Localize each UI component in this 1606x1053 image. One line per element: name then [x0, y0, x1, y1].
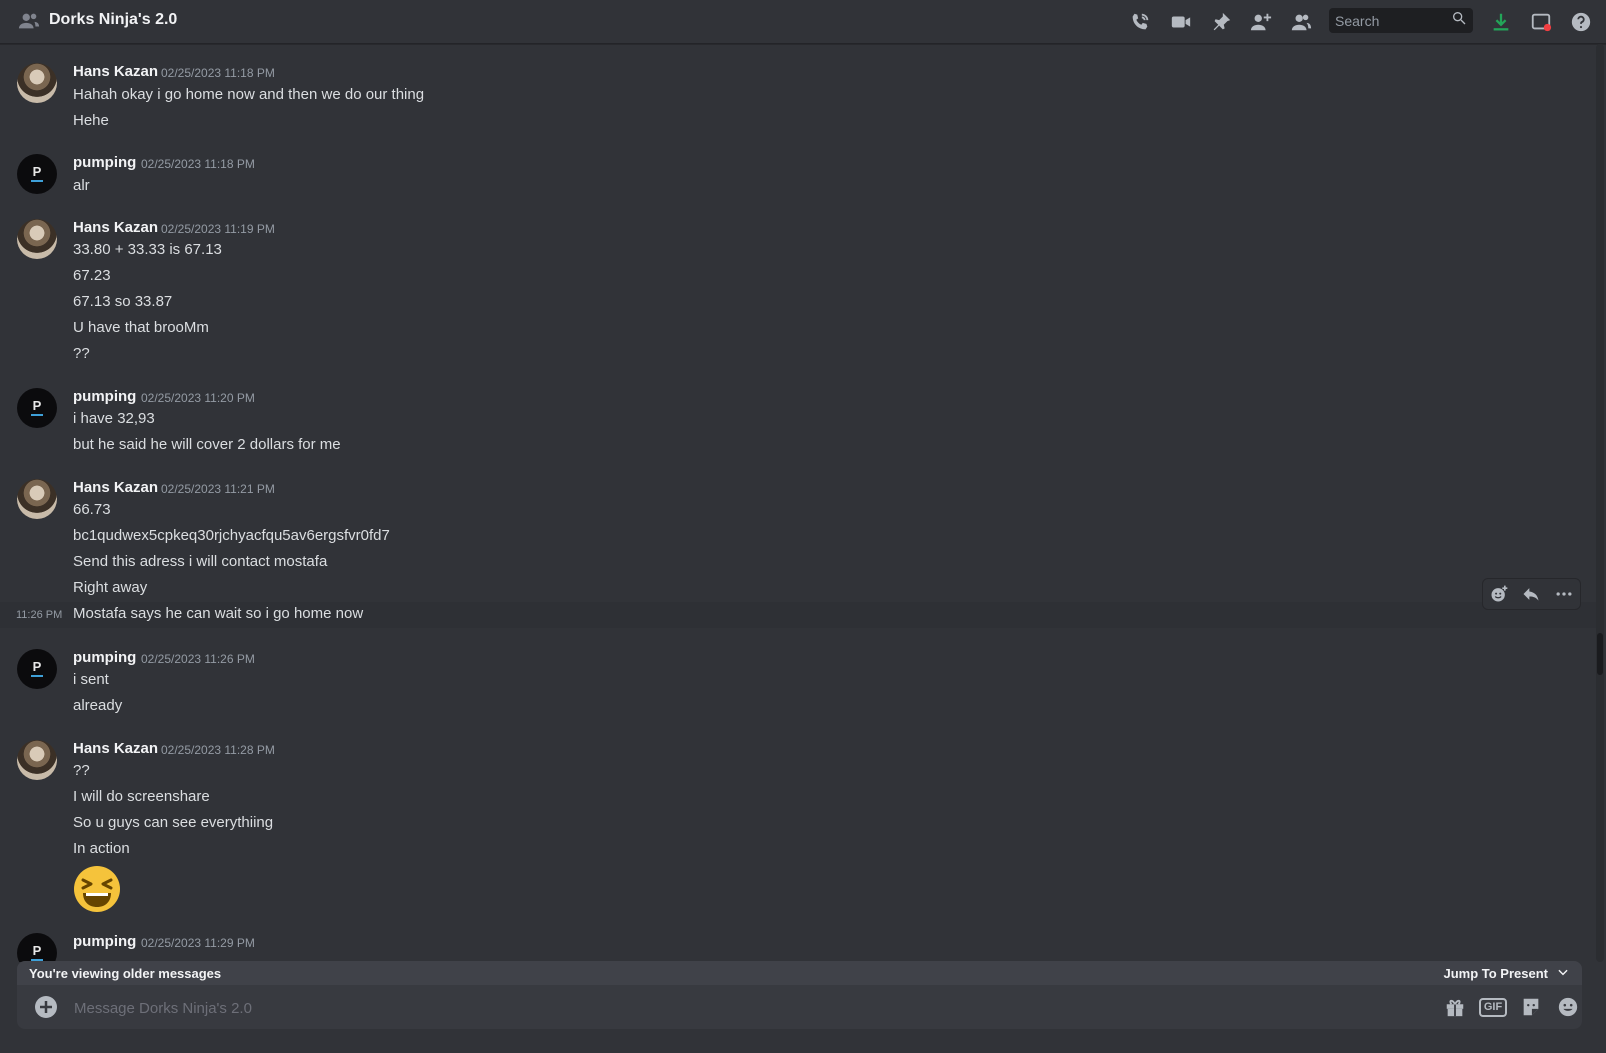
message-composer: GIF: [17, 985, 1582, 1029]
laughing-face-emoji[interactable]: [73, 865, 121, 913]
message-line: Hehe: [73, 112, 109, 129]
message-line: I will do screenshare: [73, 788, 210, 805]
channel-header: Dorks Ninja's 2.0 Search: [0, 0, 1606, 44]
message-line: ??: [73, 345, 90, 362]
search-placeholder: Search: [1335, 12, 1380, 29]
member-list-icon[interactable]: [1288, 9, 1314, 35]
message-timestamp: 02/25/2023 11:26 PM: [141, 652, 255, 666]
message-line: Send this adress i will contact mostafa: [73, 553, 328, 570]
download-icon[interactable]: [1488, 9, 1514, 35]
message-timestamp: 02/25/2023 11:18 PM: [141, 157, 255, 171]
avatar-hans-kazan[interactable]: [17, 740, 57, 780]
author-name[interactable]: pumping: [73, 154, 136, 171]
group-dm-icon: [18, 10, 40, 32]
jump-to-present-label: Jump To Present: [1443, 965, 1548, 981]
reply-icon[interactable]: [1520, 583, 1542, 605]
hover-timestamp: 11:26 PM: [16, 609, 63, 621]
inbox-icon[interactable]: [1528, 9, 1554, 35]
message-line: i have 32,93: [73, 410, 155, 427]
author-name[interactable]: Hans Kazan: [73, 63, 158, 80]
author-name[interactable]: Hans Kazan: [73, 479, 158, 496]
emoji-picker-icon[interactable]: [1555, 995, 1581, 1019]
message-line: Mostafa says he can wait so i go home no…: [73, 605, 364, 622]
avatar-hans-kazan[interactable]: [17, 219, 57, 259]
older-messages-banner: You're viewing older messages Jump To Pr…: [17, 961, 1582, 985]
message-line: but he said he will cover 2 dollars for …: [73, 436, 341, 453]
jump-to-present-button[interactable]: Jump To Present: [1443, 965, 1570, 982]
message-line: alr: [73, 177, 90, 194]
channel-title: Dorks Ninja's 2.0: [49, 11, 178, 28]
sticker-icon[interactable]: [1518, 995, 1544, 1019]
message-line: Hahah okay i go home now and then we do …: [73, 86, 425, 103]
add-friend-icon[interactable]: [1248, 9, 1274, 35]
avatar-hans-kazan[interactable]: [17, 479, 57, 519]
message-timestamp: 02/25/2023 11:21 PM: [161, 482, 275, 496]
message-timestamp: 02/25/2023 11:18 PM: [161, 66, 275, 80]
message-timestamp: 02/25/2023 11:29 PM: [141, 936, 255, 950]
scrollbar-track[interactable]: [1596, 44, 1604, 962]
message-line: ??: [73, 762, 90, 779]
older-messages-text: You're viewing older messages: [29, 965, 222, 981]
pin-icon[interactable]: [1208, 9, 1234, 35]
message-input[interactable]: [72, 995, 1416, 1021]
message-action-bar: [1482, 578, 1581, 610]
avatar-pumping[interactable]: P: [17, 933, 57, 962]
author-name[interactable]: pumping: [73, 649, 136, 666]
gif-button[interactable]: GIF: [1478, 995, 1508, 1019]
avatar-pumping[interactable]: P: [17, 154, 57, 194]
message-list[interactable]: 11:26 PM Hans Kazan 02/25/2023 11:18 PM …: [0, 44, 1596, 962]
gift-icon[interactable]: [1442, 995, 1468, 1019]
author-name[interactable]: pumping: [73, 388, 136, 405]
video-call-icon[interactable]: [1168, 9, 1194, 35]
message-line: 67.13 so 33.87: [73, 293, 173, 310]
gif-label: GIF: [1478, 997, 1508, 1017]
author-name[interactable]: Hans Kazan: [73, 740, 158, 757]
message-line: Right away: [73, 579, 148, 596]
avatar-hans-kazan[interactable]: [17, 63, 57, 103]
add-attachment-icon[interactable]: [34, 995, 58, 1019]
author-name[interactable]: Hans Kazan: [73, 219, 158, 236]
search-icon: [1451, 10, 1467, 31]
message-timestamp: 02/25/2023 11:19 PM: [161, 222, 275, 236]
avatar-pumping[interactable]: P: [17, 388, 57, 428]
avatar-pumping[interactable]: P: [17, 649, 57, 689]
message-line: In action: [73, 840, 130, 857]
message-line: 66.73: [73, 501, 111, 518]
message-line: bc1qudwex5cpkeq30rjchyacfqu5av6ergsfvr0f…: [73, 527, 390, 544]
author-name[interactable]: pumping: [73, 933, 136, 950]
message-line: U have that brooMm: [73, 319, 209, 336]
message-line: 67.23: [73, 267, 111, 284]
chevron-down-icon: [1556, 965, 1570, 982]
more-options-icon[interactable]: [1553, 583, 1575, 605]
message-timestamp: 02/25/2023 11:20 PM: [141, 391, 255, 405]
search-input[interactable]: Search: [1329, 8, 1473, 33]
message-line: already: [73, 697, 123, 714]
message-timestamp: 02/25/2023 11:28 PM: [161, 743, 275, 757]
help-icon[interactable]: [1568, 9, 1594, 35]
phone-call-icon[interactable]: [1127, 9, 1153, 35]
scrollbar-thumb[interactable]: [1597, 633, 1603, 675]
message-line: 33.80 + 33.33 is 67.13: [73, 241, 222, 258]
message-line: So u guys can see everythiing: [73, 814, 274, 831]
add-reaction-icon[interactable]: [1488, 583, 1510, 605]
message-line: i sent: [73, 671, 109, 688]
